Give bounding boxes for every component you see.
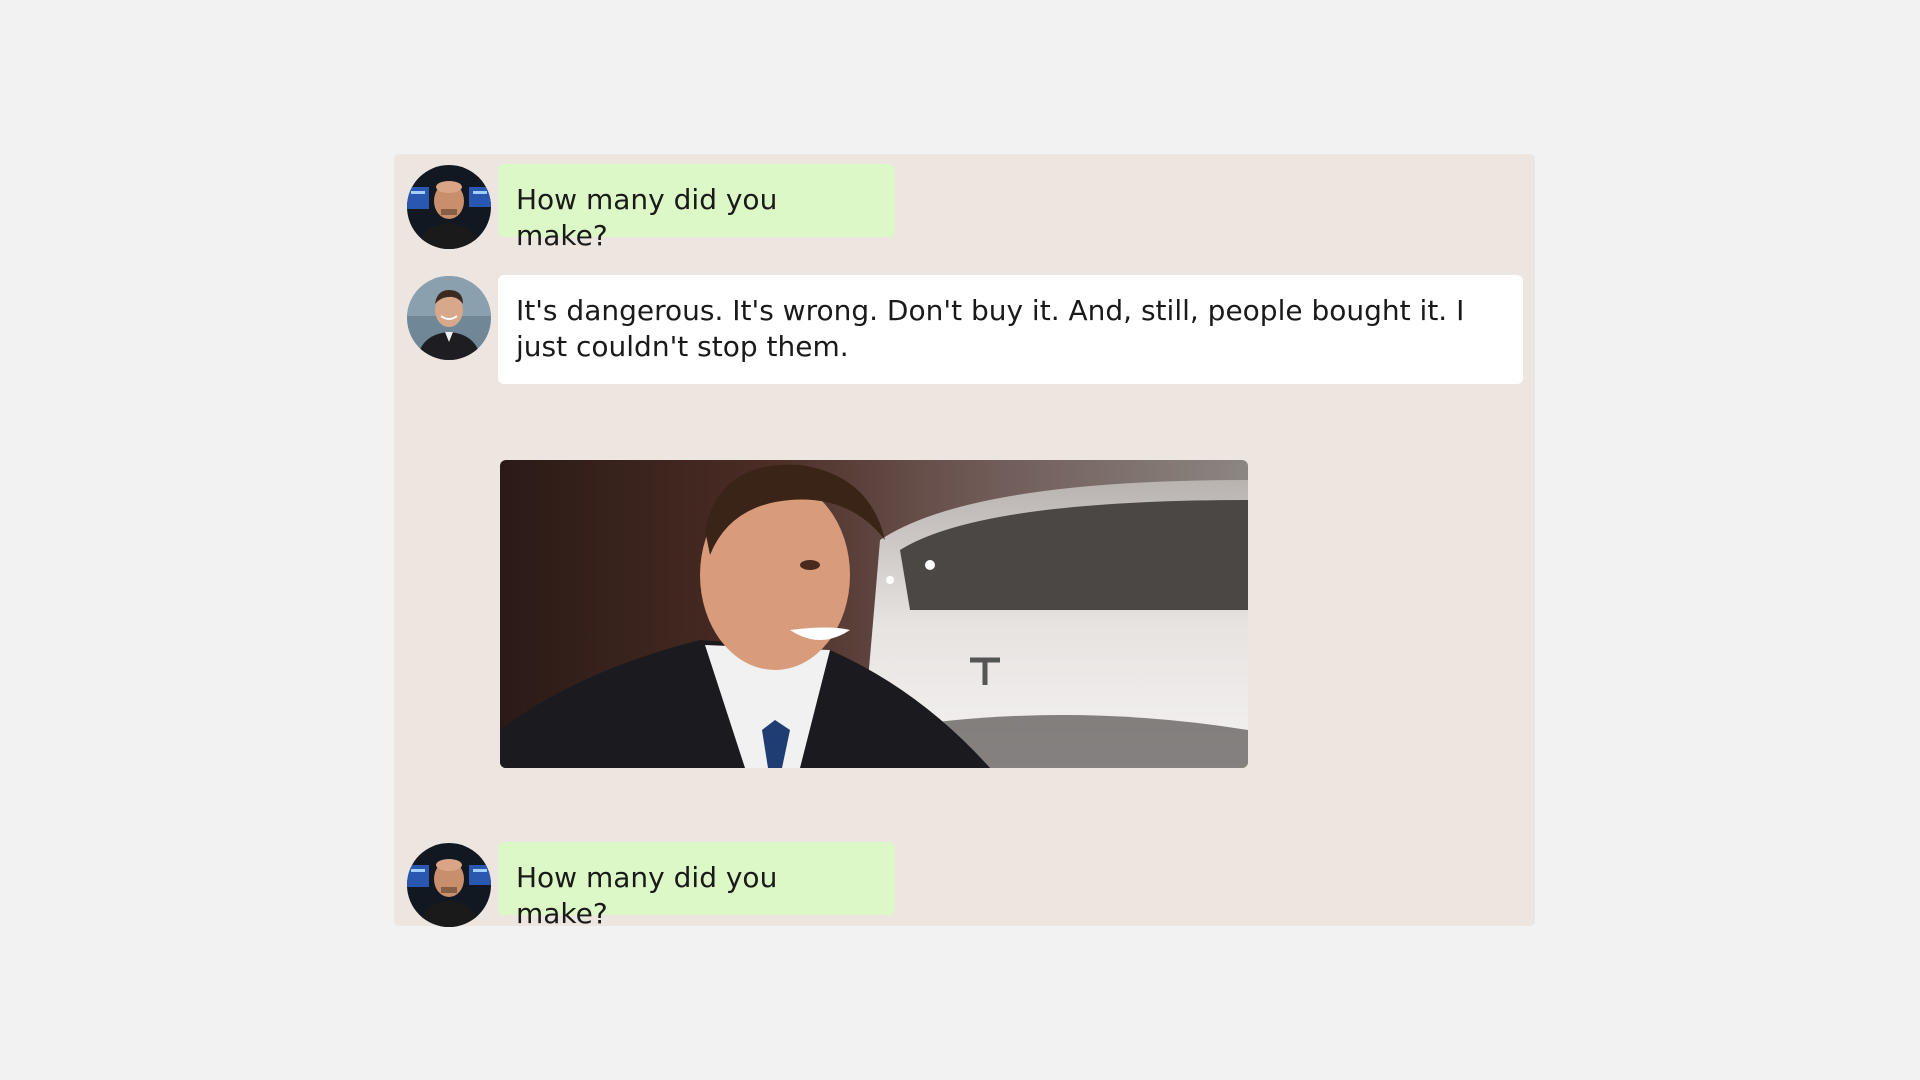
message-text: How many did you make?: [516, 861, 778, 930]
avatar-person-a[interactable]: [407, 843, 491, 927]
message-image[interactable]: [500, 460, 1248, 768]
message-bubble[interactable]: How many did you make?: [498, 164, 895, 252]
person-a-avatar-icon: [407, 843, 491, 927]
chat-panel: How many did you make? It's dangerous. I…: [394, 154, 1535, 930]
message-bubble[interactable]: How many did you make?: [498, 842, 895, 930]
message-text: How many did you make?: [516, 183, 778, 252]
avatar-person-a[interactable]: [407, 165, 491, 249]
avatar-person-b[interactable]: [407, 276, 491, 360]
message-bubble[interactable]: It's dangerous. It's wrong. Don't buy it…: [498, 275, 1523, 384]
person-b-avatar-icon: [407, 276, 491, 360]
message-text: It's dangerous. It's wrong. Don't buy it…: [516, 294, 1465, 363]
person-a-avatar-icon: [407, 165, 491, 249]
laughing-man-photo-icon: [500, 460, 1248, 768]
